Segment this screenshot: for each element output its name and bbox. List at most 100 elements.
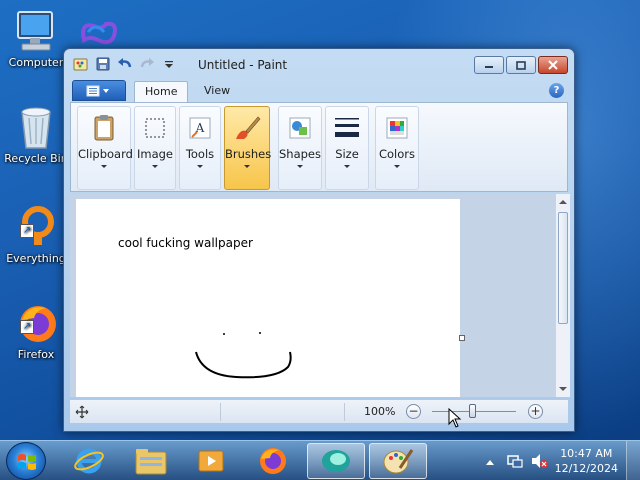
ribbon-group-image[interactable]: Image <box>134 106 176 190</box>
desktop-icon-everything[interactable]: ↗ Everything <box>0 204 72 265</box>
clock-date: 12/12/2024 <box>554 462 618 475</box>
minimize-icon <box>485 66 493 68</box>
paint-app-icon[interactable] <box>72 56 90 72</box>
media-player-icon <box>198 450 224 472</box>
cursor-position-icon <box>75 405 89 419</box>
zoom-out-button[interactable]: − <box>406 404 421 419</box>
shortcut-arrow-icon: ↗ <box>20 224 34 238</box>
clock-time: 10:47 AM <box>560 447 613 460</box>
desktop-icon-label: Everything <box>6 252 66 265</box>
ribbon-group-brushes[interactable]: Brushes <box>224 106 272 190</box>
maximize-icon <box>516 60 526 70</box>
desktop-icon-unlabeled[interactable] <box>76 18 120 48</box>
title-bar[interactable]: Untitled - Paint <box>64 49 574 79</box>
maximize-button[interactable] <box>506 56 536 74</box>
window-controls <box>474 56 568 74</box>
chevron-down-icon <box>152 165 158 168</box>
desktop-icon-label: Recycle Bin <box>4 152 68 165</box>
network-icon[interactable] <box>507 453 523 469</box>
chevron-down-icon <box>394 165 400 168</box>
close-button[interactable] <box>538 56 568 74</box>
save-icon[interactable] <box>94 56 112 72</box>
chevron-down-icon <box>197 165 203 168</box>
desktop-icon-firefox[interactable]: ↗ Firefox <box>0 300 72 361</box>
firefox-icon <box>260 448 286 474</box>
ribbon-group-colors[interactable]: Colors <box>375 106 419 190</box>
tab-home[interactable]: Home <box>134 81 189 102</box>
canvas-drawing <box>195 332 292 379</box>
ribbon-group-label: Shapes <box>279 147 322 161</box>
canvas-resize-handle[interactable] <box>459 335 465 341</box>
ribbon-group-size[interactable]: Size <box>325 106 369 190</box>
taskbar-internet-explorer[interactable] <box>60 443 118 479</box>
ribbon-group-clipboard[interactable]: Clipboard <box>77 106 133 190</box>
ribbon-group-label: Brushes <box>225 147 272 161</box>
menu-icon <box>86 85 109 96</box>
tab-view[interactable]: View <box>194 81 240 102</box>
undo-icon[interactable] <box>116 56 134 72</box>
ribbon-group-label: Tools <box>185 147 215 161</box>
window-title: Untitled - Paint <box>198 58 288 72</box>
customize-toolbar-icon[interactable] <box>160 56 178 72</box>
desktop-icon-label: Computer <box>8 56 64 69</box>
windows-logo-icon <box>18 454 36 470</box>
ribbon-group-label: Size <box>335 147 359 161</box>
colors-icon <box>386 117 408 139</box>
desktop-icon-computer[interactable]: Computer <box>0 8 72 69</box>
taskbar-green-app[interactable] <box>307 443 365 479</box>
taskbar: 10:47 AM 12/12/2024 <box>0 440 640 480</box>
app-icon <box>322 450 350 472</box>
help-icon[interactable]: ? <box>549 83 564 98</box>
chevron-down-icon <box>101 165 107 168</box>
paint-menu-button[interactable] <box>72 80 126 101</box>
ribbon-group-label: Image <box>136 147 174 161</box>
line-size-icon <box>335 118 359 137</box>
ribbon-group-tools[interactable]: A Tools <box>179 106 221 190</box>
select-icon <box>145 118 165 138</box>
show-desktop-button[interactable] <box>626 441 640 480</box>
mouse-pointer-icon <box>448 408 462 428</box>
taskbar-firefox[interactable] <box>244 443 302 479</box>
text-tool-icon: A <box>189 117 211 139</box>
chevron-down-icon <box>344 165 350 168</box>
show-hidden-icons-icon[interactable] <box>485 458 495 466</box>
desktop-icon-recycle-bin[interactable]: Recycle Bin <box>0 104 72 165</box>
ribbon-home: Clipboard Image A Tools Brushes Shapes S… <box>70 102 568 192</box>
status-bar: 100% − + <box>70 399 568 423</box>
status-divider <box>344 403 345 421</box>
scroll-up-icon[interactable] <box>559 200 567 204</box>
system-clock[interactable]: 10:47 AM 12/12/2024 <box>555 446 618 476</box>
zoom-in-button[interactable]: + <box>528 404 543 419</box>
ribbon-tabs: Home View ? <box>70 80 568 102</box>
taskbar-paint[interactable] <box>369 443 427 479</box>
everything-search-icon: ↗ <box>14 204 58 250</box>
taskbar-file-explorer[interactable] <box>122 443 180 479</box>
internet-explorer-icon <box>74 448 104 474</box>
scrollbar-thumb[interactable] <box>558 212 568 324</box>
chevron-down-icon <box>297 165 303 168</box>
start-button[interactable] <box>6 442 46 480</box>
ribbon-group-label: Clipboard <box>78 147 133 161</box>
redo-icon[interactable] <box>138 56 156 72</box>
brush-icon <box>236 116 261 139</box>
canvas-area[interactable]: cool fucking wallpaper <box>70 194 555 397</box>
taskbar-media-player[interactable] <box>182 443 240 479</box>
desktop-icon-label: Firefox <box>17 348 55 361</box>
ribbon-group-shapes[interactable]: Shapes <box>278 106 322 190</box>
close-icon <box>548 60 558 70</box>
volume-muted-icon[interactable] <box>531 453 549 469</box>
quick-access-toolbar <box>72 56 178 72</box>
minimize-button[interactable] <box>474 56 504 74</box>
drawing-canvas[interactable]: cool fucking wallpaper <box>76 199 460 397</box>
computer-icon <box>14 8 58 54</box>
zoom-level: 100% <box>364 405 396 418</box>
vertical-scrollbar[interactable] <box>555 194 570 397</box>
folder-icon <box>135 449 167 475</box>
scroll-down-icon[interactable] <box>559 387 567 391</box>
chevron-down-icon <box>244 165 250 168</box>
recycle-bin-icon <box>16 104 56 150</box>
firefox-icon: ↗ <box>14 300 58 346</box>
zoom-slider-thumb[interactable] <box>469 404 476 418</box>
status-divider <box>220 403 221 421</box>
paint-icon <box>383 449 414 474</box>
